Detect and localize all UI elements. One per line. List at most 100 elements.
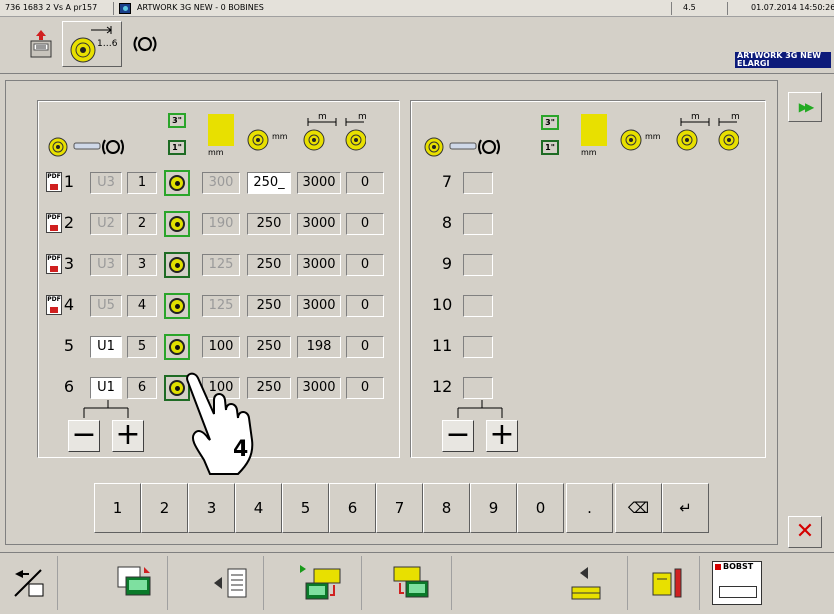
right-plus-button[interactable]: + xyxy=(486,420,518,452)
keypad-key[interactable]: ↵ xyxy=(662,483,709,533)
keypad-key[interactable]: 5 xyxy=(282,483,329,533)
separator xyxy=(113,2,114,15)
document-back-button[interactable] xyxy=(196,556,264,610)
width-field[interactable]: 190 xyxy=(202,213,240,235)
step-callout-number: 4 xyxy=(233,437,249,462)
title-bar: 736 1683 2 Vs A pr157 ARTWORK 3G NEW - 0… xyxy=(0,0,834,17)
job-title: ARTWORK 3G NEW - 0 BOBINES xyxy=(137,3,264,12)
keypad-key[interactable]: 1 xyxy=(94,483,141,533)
keypad-key[interactable]: 8 xyxy=(423,483,470,533)
tools-icon xyxy=(652,568,681,598)
length-field[interactable]: 3000 xyxy=(297,254,341,276)
remaining-field[interactable]: 0 xyxy=(346,336,384,358)
diameter-field[interactable]: 250 xyxy=(247,295,291,317)
tools-button[interactable] xyxy=(638,556,700,610)
index-field[interactable]: 3 xyxy=(127,254,157,276)
remaining-field[interactable]: 0 xyxy=(346,213,384,235)
exit-button[interactable] xyxy=(0,556,58,610)
core-select-button[interactable] xyxy=(164,334,190,360)
index-field[interactable]: 2 xyxy=(127,213,157,235)
diameter-field[interactable]: 250 xyxy=(247,254,291,276)
unwinder-field[interactable]: U2 xyxy=(90,213,122,235)
close-button[interactable]: ✕ xyxy=(788,516,822,548)
monitor-transfer-icon xyxy=(117,566,150,596)
length-field[interactable]: 3000 xyxy=(297,213,341,235)
keypad-key[interactable]: 7 xyxy=(376,483,423,533)
diameter-field[interactable]: 250_ xyxy=(247,172,291,194)
left-minus-button[interactable]: − xyxy=(68,420,100,452)
row-number: 12 xyxy=(432,377,453,396)
length-field[interactable]: 198 xyxy=(297,336,341,358)
unwinder-field[interactable]: U3 xyxy=(90,172,122,194)
monitor-to-reel-button[interactable] xyxy=(372,556,452,610)
core-1in-header: 1" xyxy=(168,140,186,155)
remaining-field[interactable]: 0 xyxy=(346,295,384,317)
keypad-key[interactable]: 0 xyxy=(517,483,564,533)
unwinder-field[interactable] xyxy=(463,336,493,358)
unwinder-field[interactable]: U5 xyxy=(90,295,122,317)
keypad-key[interactable]: . xyxy=(566,483,613,533)
bobst-button[interactable]: BOBST xyxy=(708,556,766,610)
unwinder-field[interactable] xyxy=(463,213,493,235)
length-field[interactable]: 3000 xyxy=(297,172,341,194)
unwinder-field[interactable] xyxy=(463,172,493,194)
length-field[interactable]: 3000 xyxy=(297,377,341,399)
reels-tab[interactable]: 1…6 xyxy=(62,21,122,67)
row-number: 5 xyxy=(63,336,74,355)
width-field[interactable]: 100 xyxy=(202,336,240,358)
core-select-button[interactable] xyxy=(164,170,190,196)
index-field[interactable]: 5 xyxy=(127,336,157,358)
width-field[interactable]: 125 xyxy=(202,254,240,276)
diameter-mm-label: mm xyxy=(272,132,288,141)
keypad-key[interactable]: 6 xyxy=(329,483,376,533)
reel-to-monitor-button[interactable] xyxy=(282,556,362,610)
diameter-field[interactable]: 250 xyxy=(247,336,291,358)
unwinder-field[interactable] xyxy=(463,295,493,317)
width-field[interactable]: 125 xyxy=(202,295,240,317)
datetime: 01.07.2014 14:50:26 xyxy=(751,3,834,12)
unload-icon xyxy=(30,30,52,58)
right-width-yellow-icon xyxy=(581,114,607,146)
unwinder-field[interactable]: U3 xyxy=(90,254,122,276)
unwinder-field[interactable]: U1 xyxy=(90,377,122,399)
unwinder-field[interactable] xyxy=(463,254,493,276)
row-number: 4 xyxy=(63,295,74,314)
row-number: 9 xyxy=(441,254,452,273)
keypad-key[interactable]: 3 xyxy=(188,483,235,533)
bobst-dot xyxy=(715,564,721,570)
keypad-key[interactable]: 9 xyxy=(470,483,517,533)
index-field[interactable]: 4 xyxy=(127,295,157,317)
length-field[interactable]: 3000 xyxy=(297,295,341,317)
row-number: 7 xyxy=(441,172,452,191)
core-select-button[interactable] xyxy=(164,211,190,237)
keypad-key[interactable]: 4 xyxy=(235,483,282,533)
width-field[interactable]: 300 xyxy=(202,172,240,194)
left-plus-button[interactable]: + xyxy=(112,420,144,452)
core-button[interactable] xyxy=(126,21,164,67)
diameter-field[interactable]: 250 xyxy=(247,213,291,235)
index-field[interactable]: 1 xyxy=(127,172,157,194)
keypad-key[interactable]: ⌫ xyxy=(615,483,662,533)
index-field[interactable]: 6 xyxy=(127,377,157,399)
reel-icon xyxy=(169,257,185,273)
row-number: 11 xyxy=(432,336,453,355)
remaining-field[interactable]: 0 xyxy=(346,172,384,194)
unwinder-field[interactable]: U1 xyxy=(90,336,122,358)
core-select-button[interactable] xyxy=(164,252,190,278)
unload-job-button[interactable] xyxy=(22,21,60,67)
reel-back-button[interactable] xyxy=(544,556,628,610)
right-diameter-length-headers xyxy=(620,118,739,151)
remaining-field[interactable]: 0 xyxy=(346,254,384,276)
right-minus-button[interactable]: − xyxy=(442,420,474,452)
forward-button[interactable]: ▶▶ xyxy=(788,92,822,122)
core-select-button[interactable] xyxy=(164,293,190,319)
monitor-reel-icon xyxy=(393,566,428,598)
unwinder-field[interactable] xyxy=(463,377,493,399)
job-label: ARTWORK 3G NEW ELARGI xyxy=(735,52,831,68)
hand-pointer-icon xyxy=(186,372,254,475)
keypad-key[interactable]: 2 xyxy=(141,483,188,533)
monitor-transfer-button[interactable] xyxy=(100,556,168,610)
core-icon xyxy=(133,36,157,52)
length-m-label: m xyxy=(318,112,327,122)
remaining-field[interactable]: 0 xyxy=(346,377,384,399)
